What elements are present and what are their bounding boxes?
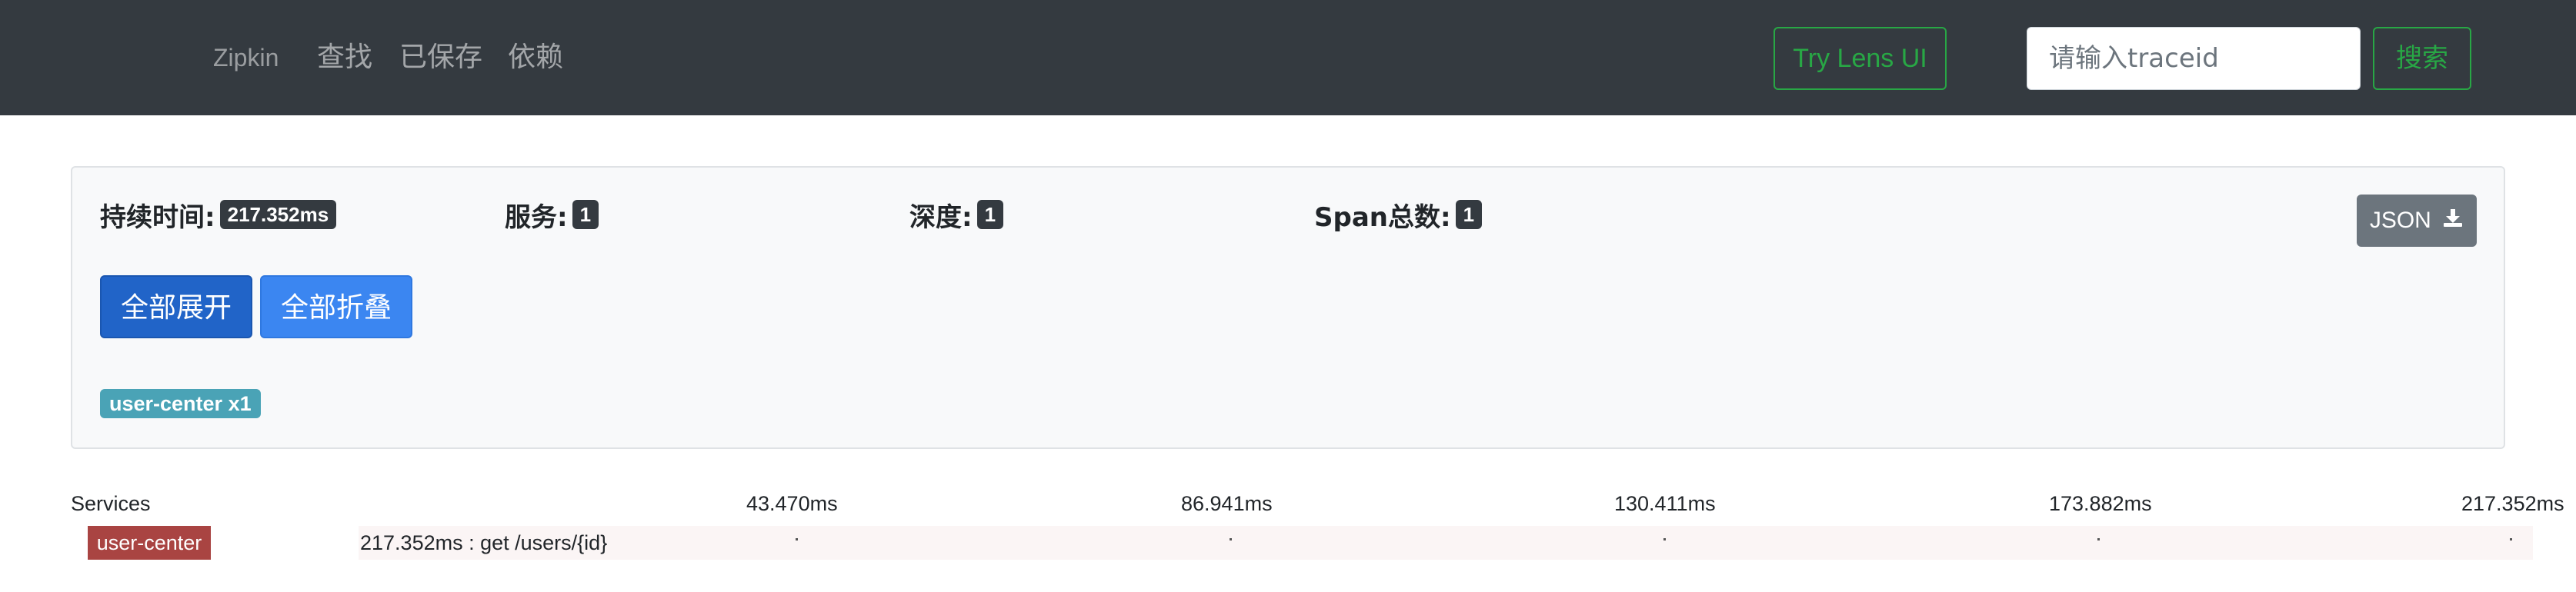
- duration-label: 持续时间:: [100, 201, 215, 233]
- json-download-button[interactable]: JSON: [2357, 195, 2477, 247]
- span-service-label[interactable]: user-center: [88, 526, 211, 560]
- tick-marker: [2510, 538, 2512, 540]
- json-button-label: JSON: [2369, 208, 2431, 233]
- duration-badge: 217.352ms: [219, 200, 337, 229]
- search-button[interactable]: 搜索: [2373, 27, 2471, 90]
- span-count-label: Span总数:: [1314, 201, 1451, 233]
- service-filter-badge[interactable]: user-center x1: [100, 389, 261, 418]
- tick-marker: [1230, 538, 1232, 540]
- services-badge: 1: [572, 200, 599, 229]
- collapse-all-button[interactable]: 全部折叠: [260, 275, 412, 338]
- duration-stat: 持续时间: 217.352ms: [100, 197, 337, 233]
- timeline-tick-label: 173.882ms: [2049, 492, 2152, 515]
- top-navbar: Zipkin 查找 已保存 依赖 Try Lens UI 搜索: [0, 0, 2576, 115]
- services-stat: 服务: 1: [505, 197, 599, 233]
- services-column-header: Services: [71, 492, 151, 515]
- span-duration-text[interactable]: 217.352ms : get /users/{id}: [360, 526, 607, 560]
- depth-stat: 深度: 1: [909, 197, 1004, 233]
- tick-marker: [796, 538, 798, 540]
- trace-summary-card: 持续时间: 217.352ms 服务: 1 深度: 1 Span总数: 1 JS…: [71, 166, 2505, 449]
- try-lens-ui-button[interactable]: Try Lens UI: [1774, 27, 1947, 90]
- timeline-tick-label: 43.470ms: [746, 492, 838, 515]
- span-row[interactable]: [359, 526, 2533, 560]
- nav-link-saved[interactable]: 已保存: [399, 0, 482, 115]
- nav-link-search[interactable]: 查找: [317, 0, 372, 115]
- brand-logo[interactable]: Zipkin: [213, 0, 279, 115]
- traceid-search-input[interactable]: [2027, 27, 2361, 90]
- tick-marker: [1663, 538, 1666, 540]
- span-count-stat: Span总数: 1: [1314, 197, 1483, 233]
- timeline-tick-label: 86.941ms: [1181, 492, 1273, 515]
- span-count-badge: 1: [1455, 200, 1483, 229]
- download-icon: [2442, 195, 2464, 248]
- services-label: 服务:: [505, 201, 568, 233]
- timeline-tick-label: 217.352ms: [2461, 492, 2564, 515]
- nav-link-dependencies[interactable]: 依赖: [508, 0, 563, 115]
- expand-all-button[interactable]: 全部展开: [100, 275, 252, 338]
- tick-marker: [2097, 538, 2100, 540]
- timeline-tick-label: 130.411ms: [1614, 492, 1716, 515]
- depth-label: 深度:: [909, 201, 973, 233]
- depth-badge: 1: [976, 200, 1004, 229]
